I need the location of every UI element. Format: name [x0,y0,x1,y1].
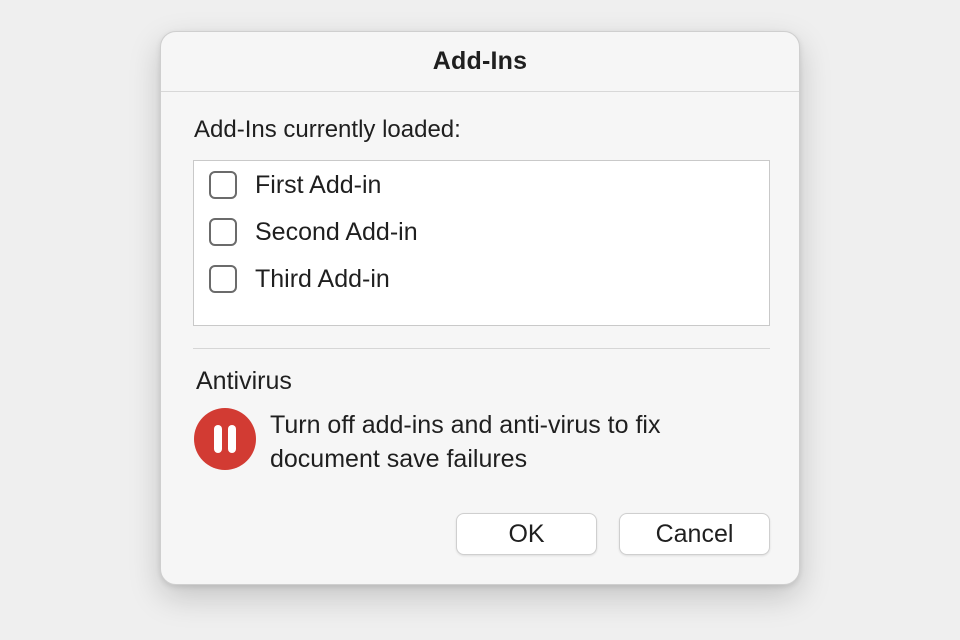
pause-circle-icon [194,408,256,470]
add-ins-dialog: Add-Ins Add-Ins currently loaded: First … [160,31,800,585]
pause-bar-right [228,425,236,453]
addin-item-first[interactable]: First Add-in [209,167,381,203]
section-divider [193,348,770,349]
antivirus-heading: Antivirus [196,367,292,395]
addin-checkbox[interactable] [209,218,237,246]
addin-checkbox[interactable] [209,171,237,199]
addin-label: Third Add-in [255,264,390,293]
dialog-titlebar: Add-Ins [161,32,799,92]
ok-button[interactable]: OK [456,513,597,555]
addin-label: First Add-in [255,170,382,199]
addin-label: Second Add-in [255,217,418,246]
pause-bar-left [214,425,222,453]
addins-loaded-label: Add-Ins currently loaded: [194,116,461,143]
dialog-title: Add-Ins [432,47,528,75]
addins-listbox[interactable]: First Add-in Second Add-in Third Add-in [193,160,770,326]
addin-item-third[interactable]: Third Add-in [209,261,390,297]
antivirus-message: Turn off add-ins and anti-virus to fix d… [270,411,661,473]
addin-item-second[interactable]: Second Add-in [209,214,418,250]
addin-checkbox[interactable] [209,265,237,293]
cancel-button[interactable]: Cancel [619,513,770,555]
